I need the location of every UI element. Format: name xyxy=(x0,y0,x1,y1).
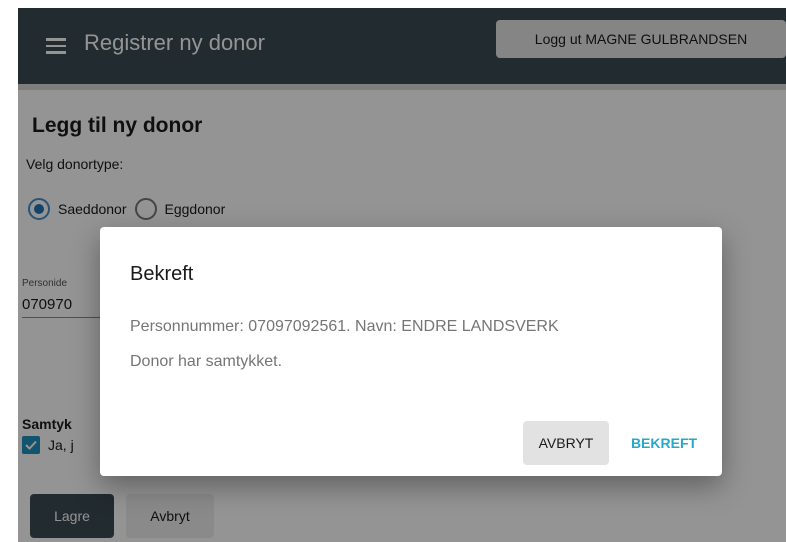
dialog-confirm-button[interactable]: BEKREFT xyxy=(618,421,710,465)
dialog-consent-info: Donor har samtykket. xyxy=(130,353,283,370)
dialog-cancel-button[interactable]: AVBRYT xyxy=(523,421,609,465)
dialog-title: Bekreft xyxy=(130,263,194,285)
confirm-dialog: Bekreft Personnummer: 07097092561. Navn:… xyxy=(100,227,722,476)
dialog-person-info: Personnummer: 07097092561. Navn: ENDRE L… xyxy=(130,318,559,335)
app-bar-overlay xyxy=(18,8,786,84)
screen: Registrer ny donor Logg ut MAGNE GULBRAN… xyxy=(0,0,786,542)
